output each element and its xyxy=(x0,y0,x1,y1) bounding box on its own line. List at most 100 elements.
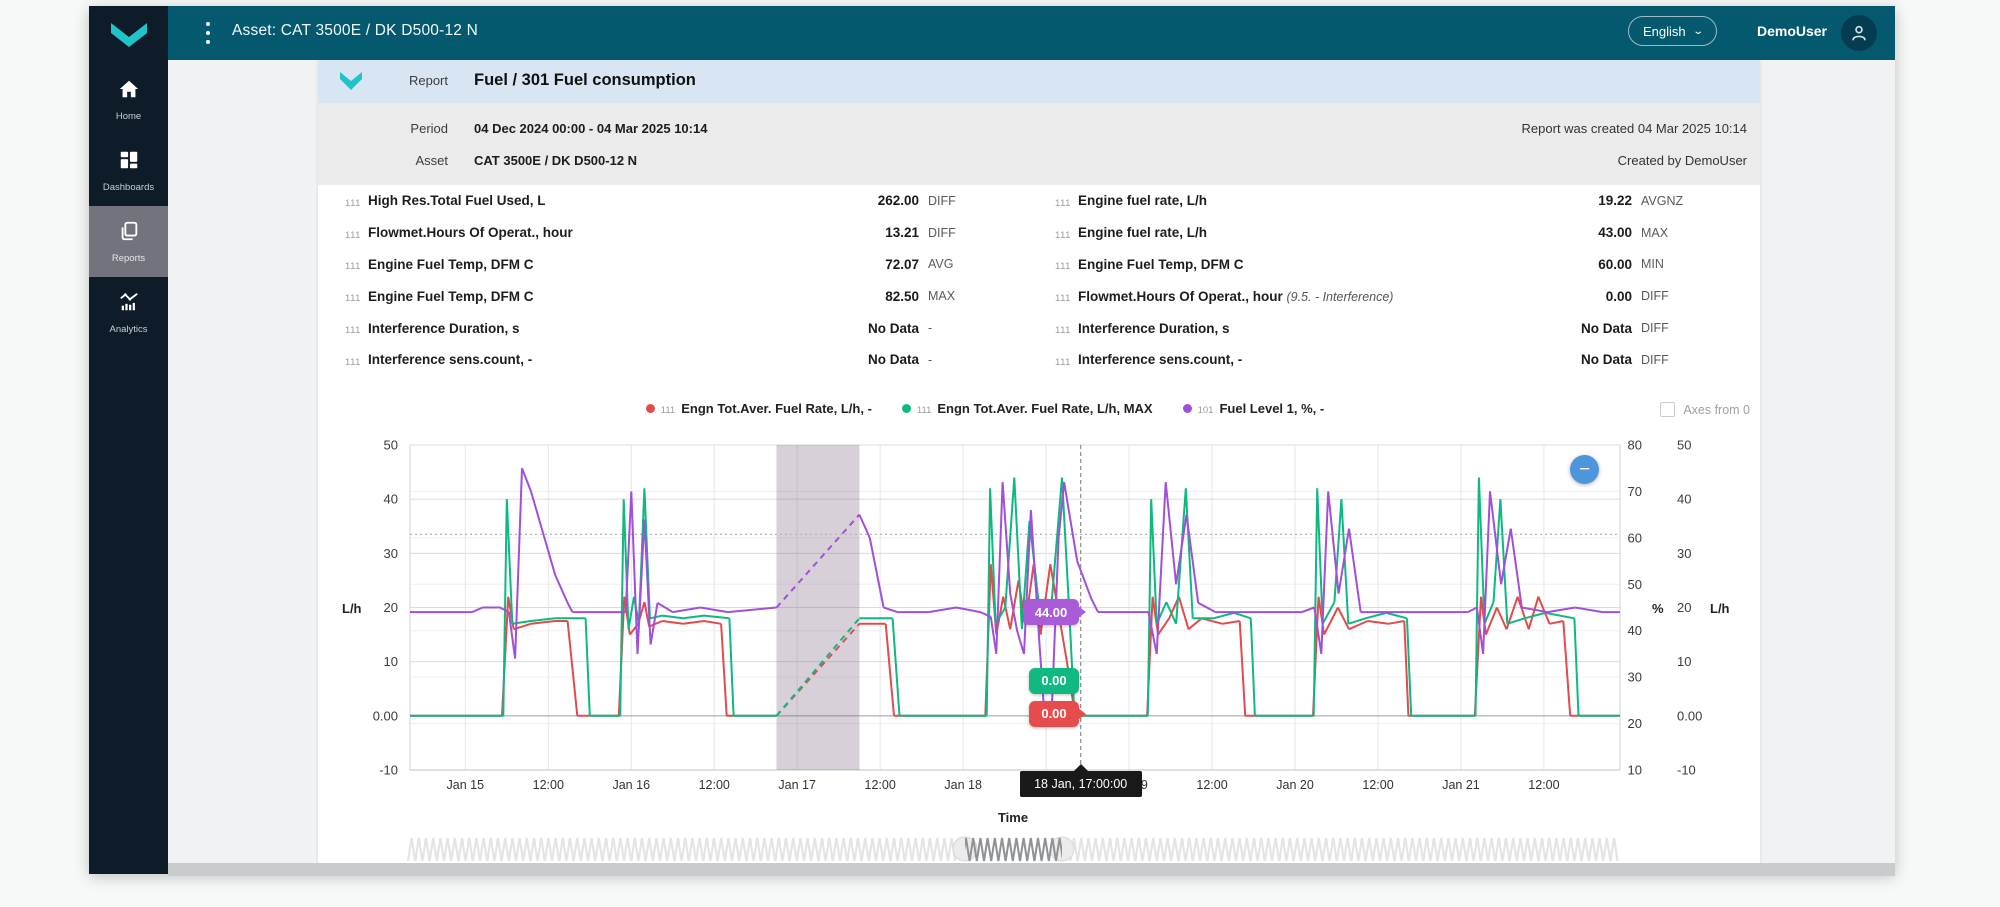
stat-aggregation: - xyxy=(928,321,982,335)
stat-row: 111Flowmet.Hours Of Operat., hour13.21DI… xyxy=(345,217,982,249)
axes-from-zero-label: Axes from 0 xyxy=(1683,403,1750,417)
stat-label: Interference sens.count, - xyxy=(368,352,532,367)
stat-prefix: 111 xyxy=(345,261,361,272)
stat-label: Flowmet.Hours Of Operat., hour (9.5. - I… xyxy=(1078,289,1394,304)
stat-value: No Data xyxy=(868,352,919,367)
svg-text:Jan 20: Jan 20 xyxy=(1276,778,1314,792)
stat-label: Engine fuel rate, L/h xyxy=(1078,193,1207,208)
kebab-menu-icon[interactable] xyxy=(206,22,212,44)
legend-color-dot xyxy=(1183,404,1192,413)
report-card: Report Fuel / 301 Fuel consumption Perio… xyxy=(318,60,1760,869)
svg-text:12:00: 12:00 xyxy=(699,778,730,792)
sidebar-item-label: Reports xyxy=(112,253,145,264)
sidebar-item-dashboards[interactable]: Dashboards xyxy=(89,135,168,206)
svg-text:12:00: 12:00 xyxy=(865,778,896,792)
language-selector[interactable]: English ⌄ xyxy=(1628,16,1717,46)
sidebar-item-analytics[interactable]: Analytics xyxy=(89,277,168,348)
svg-text:40: 40 xyxy=(384,492,398,507)
svg-text:50: 50 xyxy=(1628,577,1642,592)
stat-value: 0.00 xyxy=(1606,289,1632,304)
stats-column-left: 111High Res.Total Fuel Used, L262.00DIFF… xyxy=(345,185,982,391)
sidebar-item-label: Dashboards xyxy=(103,182,154,193)
sidebar-item-reports[interactable]: Reports xyxy=(89,206,168,277)
left-axis-unit: L/h xyxy=(342,601,362,616)
svg-text:30: 30 xyxy=(384,546,398,561)
stat-label: Interference sens.count, - xyxy=(1078,352,1242,367)
language-label: English xyxy=(1643,24,1686,39)
stat-prefix: 111 xyxy=(1055,293,1071,304)
stat-value: No Data xyxy=(868,321,919,336)
svg-text:60: 60 xyxy=(1628,530,1642,545)
legend-prefix: 101 xyxy=(1198,405,1214,416)
stat-prefix: 111 xyxy=(345,357,361,368)
zoom-out-button[interactable]: − xyxy=(1570,455,1599,484)
brand-logo-chevron-icon[interactable] xyxy=(89,6,168,64)
svg-text:20: 20 xyxy=(1628,716,1642,731)
chevron-down-icon: ⌄ xyxy=(1692,26,1704,37)
stat-row: 111 Engine Fuel Temp, DFM C 72.07 AVG xyxy=(345,249,982,281)
axes-from-zero-checkbox[interactable] xyxy=(1660,402,1675,417)
stat-value: 19.22 xyxy=(1598,193,1632,208)
sidebar-item-home[interactable]: Home xyxy=(89,64,168,135)
asset-value: CAT 3500E / DK D500-12 N xyxy=(474,153,637,168)
stat-aggregation: MAX xyxy=(928,289,982,303)
stat-prefix: 111 xyxy=(1055,230,1071,241)
svg-text:12:00: 12:00 xyxy=(533,778,564,792)
stat-label: Interference Duration, s xyxy=(368,321,520,336)
stat-row: 111Engine fuel rate, L/h19.22AVGNZ xyxy=(1055,185,1695,217)
stat-value: 82.50 xyxy=(885,289,919,304)
series-line xyxy=(410,564,1620,716)
svg-text:20: 20 xyxy=(384,600,398,615)
svg-text:Jan 21: Jan 21 xyxy=(1442,778,1480,792)
svg-text:10: 10 xyxy=(1628,763,1642,778)
svg-text:50: 50 xyxy=(384,438,398,453)
legend-label: Engn Tot.Aver. Fuel Rate, L/h, - xyxy=(681,401,872,416)
svg-text:12:00: 12:00 xyxy=(1362,778,1393,792)
stat-row: 111Interference Duration, sNo DataDIFF xyxy=(1055,312,1695,344)
legend-item[interactable]: 101 Fuel Level 1, %, - xyxy=(1183,401,1325,416)
report-type-label: Report xyxy=(318,73,448,88)
chart-area: 505040403030202010100.000.00-10-10807060… xyxy=(318,437,1760,832)
stat-label: Interference Duration, s xyxy=(1078,321,1230,336)
period-value: 04 Dec 2024 00:00 - 04 Mar 2025 10:14 xyxy=(474,121,707,136)
user-avatar[interactable] xyxy=(1841,15,1877,51)
stat-label: Engine Fuel Temp, DFM C xyxy=(368,289,534,304)
legend-label: Fuel Level 1, %, - xyxy=(1219,401,1324,416)
legend-item[interactable]: 111Engn Tot.Aver. Fuel Rate, L/h, - xyxy=(646,401,872,416)
stat-value: No Data xyxy=(1581,321,1632,336)
stat-row: 111Engine Fuel Temp, DFM C60.00MIN xyxy=(1055,249,1695,281)
stat-prefix: 111 xyxy=(1055,198,1071,209)
stat-aggregation: DIFF xyxy=(1641,289,1695,303)
username-label: DemoUser xyxy=(1757,23,1827,39)
svg-text:80: 80 xyxy=(1628,438,1642,453)
topbar: Asset: CAT 3500E / DK D500-12 N English … xyxy=(168,6,1895,60)
svg-text:10: 10 xyxy=(384,654,398,669)
legend-label: Engn Tot.Aver. Fuel Rate, L/h, MAX xyxy=(937,401,1152,416)
stat-prefix: 111 xyxy=(345,230,361,241)
stats-column-right: 111Engine fuel rate, L/h19.22AVGNZ111Eng… xyxy=(1055,185,1695,391)
person-icon xyxy=(1849,23,1869,43)
svg-text:12:00: 12:00 xyxy=(1196,778,1227,792)
stat-aggregation: MAX xyxy=(1641,226,1695,240)
legend-item[interactable]: 111 Engn Tot.Aver. Fuel Rate, L/h, MAX xyxy=(902,401,1153,416)
sidebar-item-label: Analytics xyxy=(109,324,147,335)
legend-color-dot xyxy=(902,404,911,413)
range-navigator[interactable] xyxy=(318,834,1760,865)
stat-label: Engine Fuel Temp, DFM C xyxy=(368,257,534,272)
report-title: Fuel / 301 Fuel consumption xyxy=(474,71,696,90)
stat-label: High Res.Total Fuel Used, L xyxy=(368,193,546,208)
interference-band xyxy=(776,445,859,770)
sidebar: Home Dashboards Reports Analytics xyxy=(89,6,168,874)
svg-text:-10: -10 xyxy=(1677,763,1696,778)
stat-row: 111Interference sens.count, -No DataDIFF xyxy=(1055,344,1695,376)
legend-prefix: 111 xyxy=(917,405,931,416)
stat-aggregation: AVG xyxy=(928,257,982,271)
stat-value: 72.07 xyxy=(885,257,919,272)
svg-text:Jan 15: Jan 15 xyxy=(447,778,485,792)
asset-label: Asset xyxy=(318,153,448,168)
stat-label: Flowmet.Hours Of Operat., hour xyxy=(368,225,573,240)
created-info: Report was created 04 Mar 2025 10:14 xyxy=(1522,121,1747,136)
report-meta: Period 04 Dec 2024 00:00 - 04 Mar 2025 1… xyxy=(318,103,1760,185)
asset-title: Asset: CAT 3500E / DK D500-12 N xyxy=(232,22,478,40)
horizontal-scrollbar[interactable] xyxy=(168,863,1895,876)
